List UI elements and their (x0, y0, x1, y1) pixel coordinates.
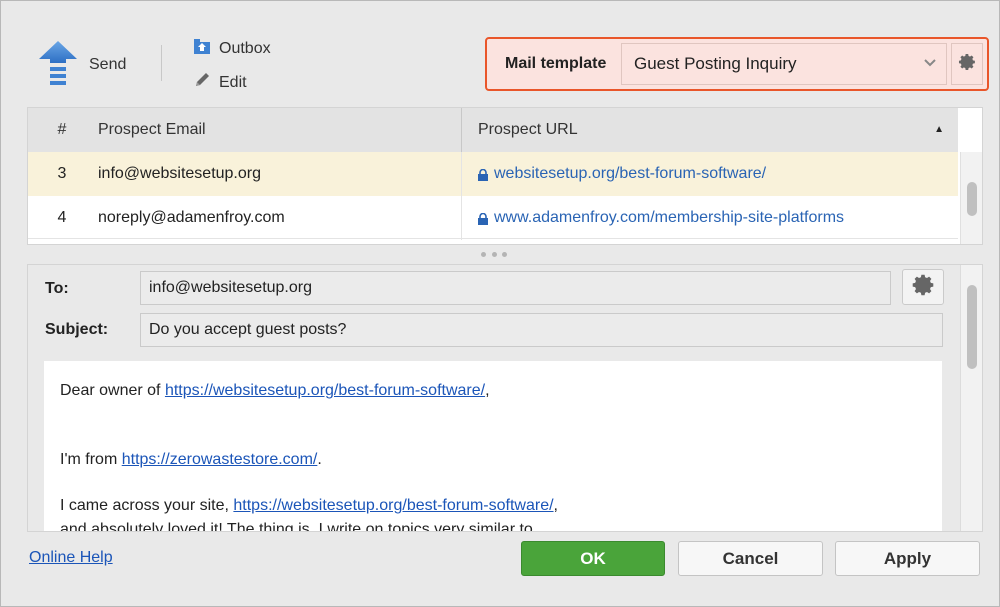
outbox-label: Outbox (219, 39, 271, 57)
row-number: 4 (57, 209, 67, 226)
row-url-text: websitesetup.org/best-forum-software/ (494, 165, 767, 182)
mail-template-selected: Guest Posting Inquiry (634, 54, 797, 73)
apply-button[interactable]: Apply (835, 541, 980, 576)
row-url[interactable]: www.adamenfroy.com/membership-site-platf… (462, 209, 844, 227)
template-settings-button[interactable] (951, 43, 983, 85)
column-header-url[interactable]: Prospect URL ▲ (462, 108, 958, 152)
message-body-editor[interactable]: Dear owner of https://websitesetup.org/b… (44, 361, 942, 532)
body-text: I'm from (60, 451, 122, 469)
body-link[interactable]: https://websitesetup.org/best-forum-soft… (165, 382, 485, 399)
send-arrow-icon (37, 39, 79, 91)
table-row[interactable]: 3 info@websitesetup.org websitesetup.org… (28, 152, 958, 196)
prospects-table: # Prospect Email Prospect URL ▲ 3 info@w… (27, 107, 983, 245)
row-email: info@websitesetup.org (96, 152, 462, 196)
column-header-url-label: Prospect URL (478, 121, 578, 138)
body-line: Dear owner of https://websitesetup.org/b… (60, 379, 926, 402)
table-header: # Prospect Email Prospect URL ▲ (28, 108, 958, 152)
ok-button[interactable]: OK (521, 541, 665, 576)
to-field[interactable]: info@websitesetup.org (140, 271, 891, 305)
body-text: Dear owner of (60, 382, 165, 399)
row-email: noreply@adamenfroy.com (96, 196, 462, 240)
gear-icon (911, 273, 935, 302)
row-number: 3 (57, 165, 67, 182)
body-line: I came across your site, https://website… (60, 494, 926, 517)
mail-dialog: Send Outbox Edit Mail template Guest Pos… (0, 0, 1000, 607)
body-link[interactable]: https://websitesetup.org/best-forum-soft… (233, 497, 553, 514)
lock-icon (478, 212, 488, 225)
row-url[interactable]: websitesetup.org/best-forum-software/ (462, 165, 766, 183)
message-scrollbar[interactable] (960, 265, 982, 531)
recipient-settings-button[interactable] (902, 269, 944, 305)
outbox-button[interactable]: Outbox (193, 37, 271, 60)
body-line: and absolutely loved it! The thing is, I… (60, 520, 533, 532)
sort-ascending-icon: ▲ (934, 124, 944, 135)
column-header-number[interactable]: # (28, 108, 96, 152)
mail-template-label: Mail template (505, 55, 607, 72)
message-scrollbar-thumb[interactable] (967, 285, 977, 369)
mail-template-box: Mail template Guest Posting Inquiry (485, 37, 989, 91)
body-text: , (553, 497, 558, 515)
body-text: , (485, 382, 490, 399)
send-button[interactable]: Send (37, 39, 137, 91)
toolbar-divider (161, 45, 162, 81)
message-panel: To: info@websitesetup.org Subject: Do yo… (27, 264, 983, 532)
chevron-down-icon (924, 56, 936, 70)
send-label: Send (89, 56, 127, 73)
body-text: . (317, 451, 322, 469)
body-line: I'm from https://zerowastestore.com/. (60, 448, 926, 471)
panel-splitter-handle[interactable] (481, 252, 507, 258)
body-text: I came across your site, (60, 497, 234, 515)
subject-label: Subject: (45, 321, 109, 338)
cancel-button[interactable]: Cancel (678, 541, 823, 576)
outbox-icon (193, 37, 211, 60)
body-link[interactable]: https://zerowastestore.com/ (122, 451, 318, 468)
lock-icon (478, 168, 488, 181)
table-row[interactable]: 4 noreply@adamenfroy.com www.adamenfroy.… (28, 196, 958, 240)
table-scrollbar[interactable] (960, 152, 982, 244)
edit-button[interactable]: Edit (193, 71, 247, 94)
table-scrollbar-thumb[interactable] (967, 182, 977, 216)
edit-label: Edit (219, 73, 247, 91)
subject-field[interactable]: Do you accept guest posts? (140, 313, 943, 347)
row-url-text: www.adamenfroy.com/membership-site-platf… (494, 209, 845, 226)
to-label: To: (45, 280, 69, 297)
column-header-email[interactable]: Prospect Email (96, 108, 462, 152)
mail-template-select[interactable]: Guest Posting Inquiry (621, 43, 947, 85)
pencil-icon (193, 71, 211, 94)
row-divider (28, 238, 958, 239)
online-help-link[interactable]: Online Help (29, 549, 113, 567)
gear-icon (958, 53, 976, 76)
